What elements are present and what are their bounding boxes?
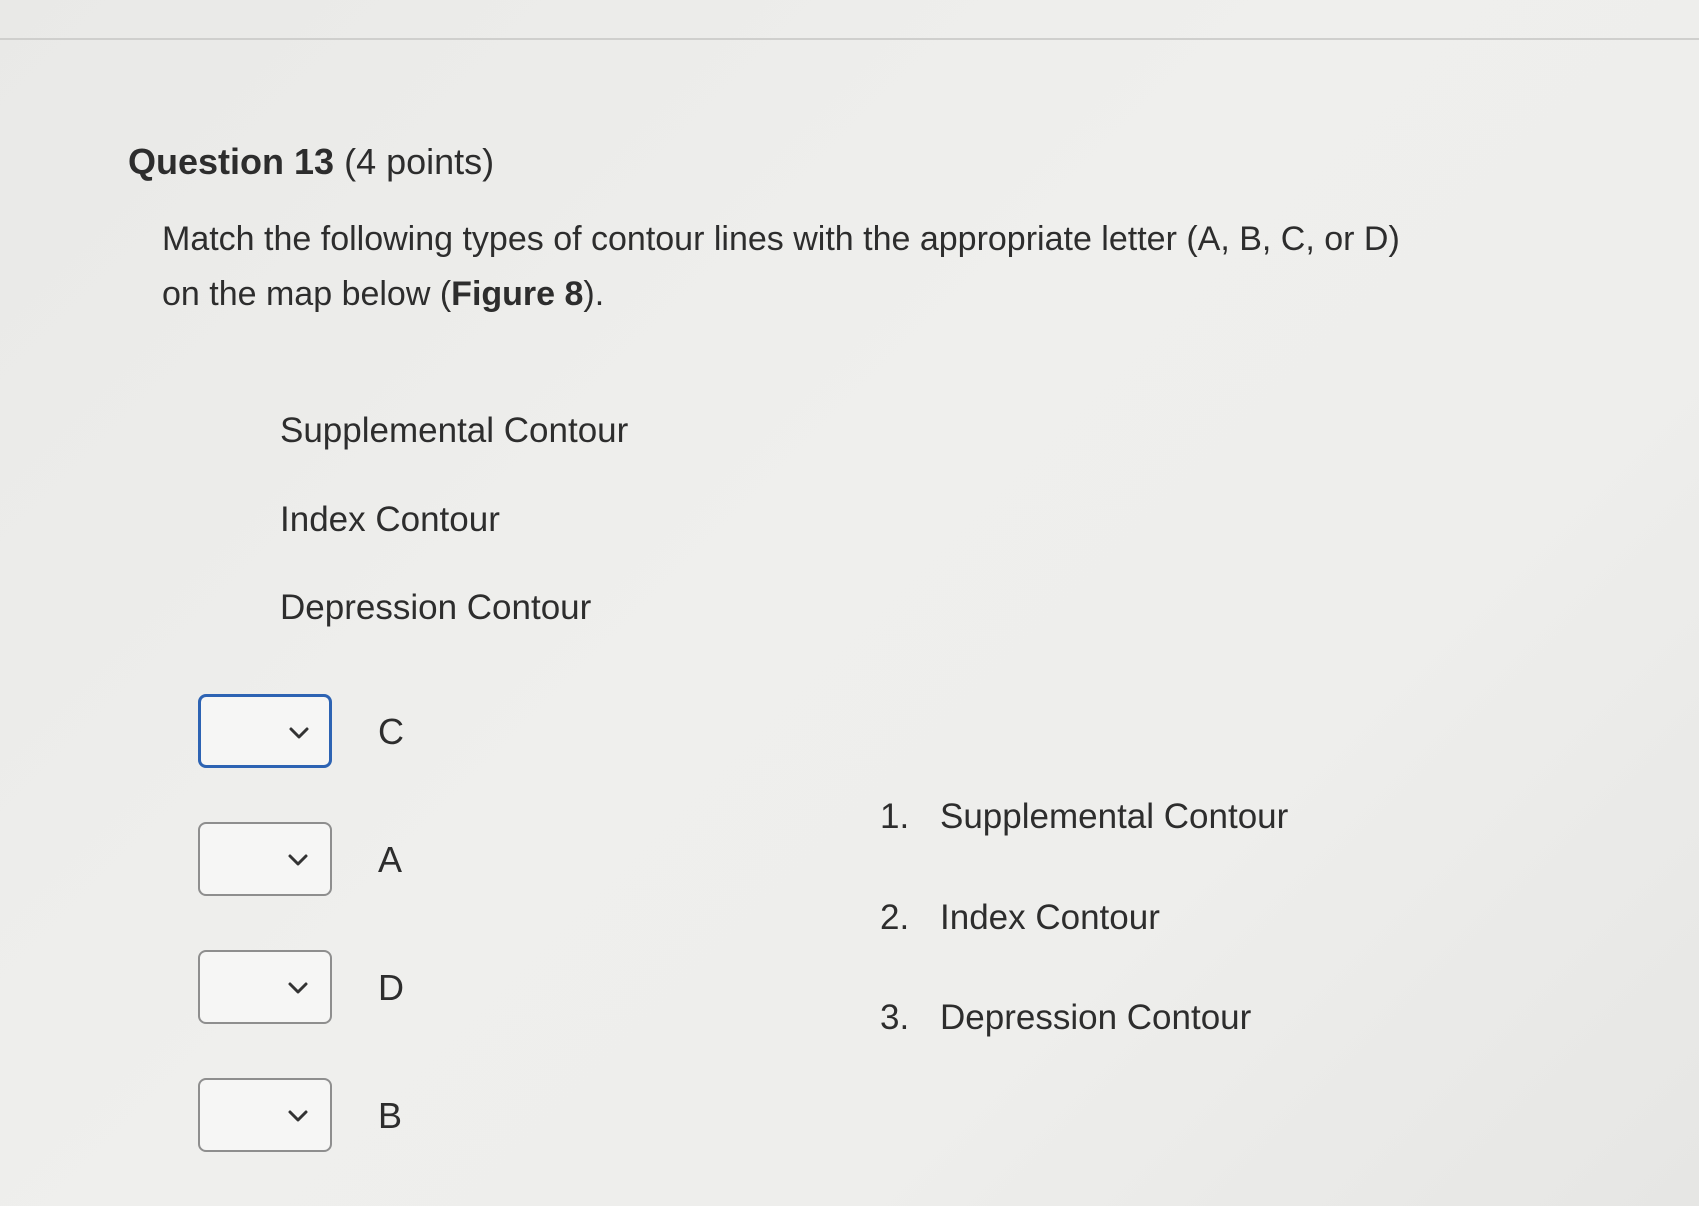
match-dropdown-d[interactable] — [198, 950, 332, 1024]
term-depression-contour: Depression Contour — [280, 588, 592, 627]
question-number: Question 13 — [128, 141, 335, 182]
match-letter-d: D — [378, 967, 404, 1008]
prompt-line-2: on the map below (Figure 8). — [162, 267, 1562, 322]
answer-option-2-number: 2. — [880, 898, 910, 937]
figure-reference: Figure 8 — [451, 275, 584, 313]
chevron-down-icon — [288, 854, 308, 866]
answer-option-3-label: Depression Contour — [940, 998, 1252, 1037]
question-prompt: Match the following types of contour lin… — [162, 212, 1562, 322]
question-header: Question 13 (4 points) — [128, 140, 494, 184]
match-letter-b: B — [378, 1095, 403, 1136]
match-letter-c: C — [378, 711, 404, 752]
match-dropdown-c[interactable] — [198, 694, 332, 768]
answer-option-3: 3. Depression Contour — [880, 997, 1251, 1039]
chevron-down-icon — [288, 1110, 308, 1122]
answer-option-2-label: Index Contour — [940, 898, 1160, 937]
match-letter-a: A — [378, 839, 403, 880]
prompt-line-1: Match the following types of contour lin… — [162, 220, 1400, 258]
prompt-line-2-start: on the map below ( — [162, 275, 452, 313]
term-index-contour: Index Contour — [280, 500, 500, 539]
chevron-down-icon — [289, 727, 309, 739]
answer-option-1-number: 1. — [880, 797, 910, 836]
question-points: (4 points) — [344, 141, 495, 182]
term-supplemental-contour: Supplemental Contour — [280, 411, 629, 450]
answer-option-2: 2. Index Contour — [880, 897, 1160, 939]
match-dropdown-a[interactable] — [198, 822, 332, 896]
prompt-line-2-end: ). — [583, 275, 605, 313]
answer-option-1: 1. Supplemental Contour — [880, 796, 1288, 838]
top-divider — [0, 38, 1699, 40]
answer-option-3-number: 3. — [880, 998, 910, 1037]
match-dropdown-b[interactable] — [198, 1078, 332, 1152]
answer-option-1-label: Supplemental Contour — [940, 797, 1289, 836]
chevron-down-icon — [288, 982, 308, 994]
